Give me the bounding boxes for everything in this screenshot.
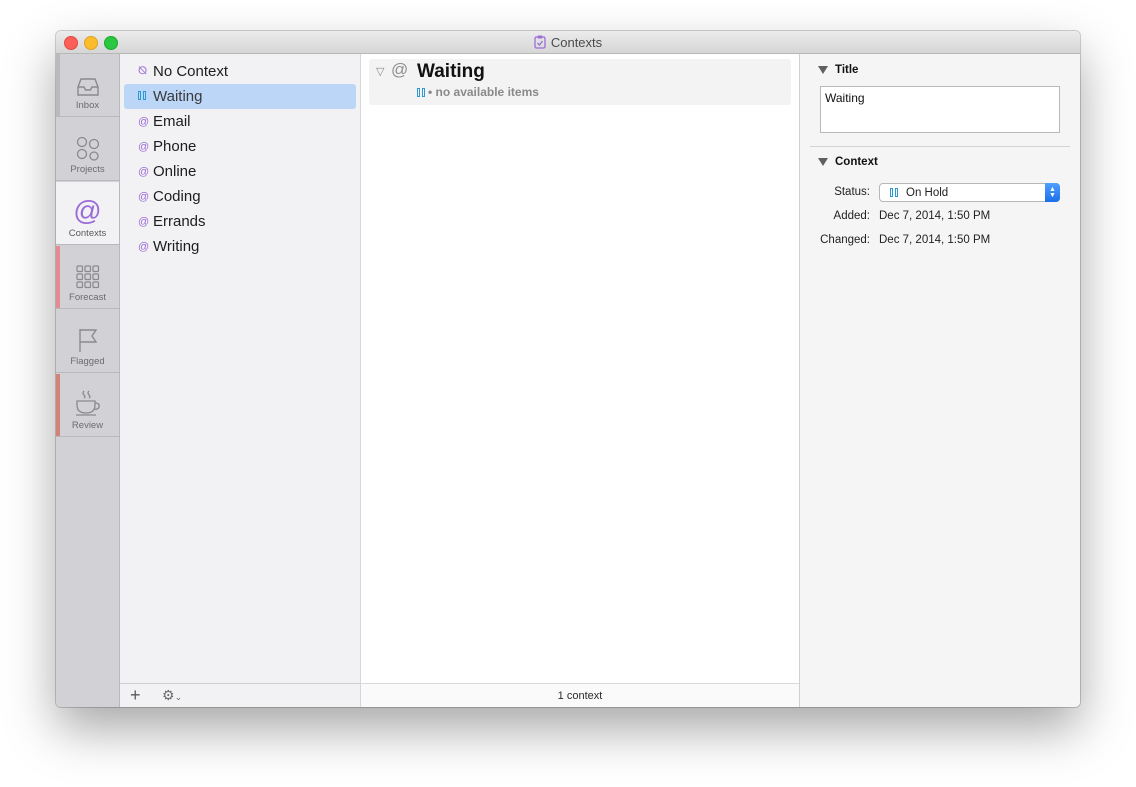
changed-label: Changed: xyxy=(820,234,870,246)
perspective-label: Contexts xyxy=(68,228,107,239)
disclosure-triangle-icon[interactable]: ▽ xyxy=(376,65,384,78)
context-label: Waiting xyxy=(153,88,203,105)
context-item-email[interactable]: @ Email xyxy=(124,109,356,134)
context-row[interactable]: ▽ @ Waiting • no available items xyxy=(369,59,791,105)
inspector-pane: Title Waiting Context Status: On Hold ▲ ▼… xyxy=(800,54,1080,707)
add-context-button[interactable]: + xyxy=(130,685,141,706)
chevron-down-icon: ⌄ xyxy=(174,692,183,702)
context-item-coding[interactable]: @ Coding xyxy=(124,184,356,209)
perspective-contexts[interactable]: @ Contexts xyxy=(56,182,119,245)
at-icon: @ xyxy=(138,240,150,253)
context-label: Errands xyxy=(153,213,206,230)
on-hold-icon xyxy=(417,87,425,97)
context-label: Coding xyxy=(153,188,201,205)
added-value: Dec 7, 2014, 1:50 PM xyxy=(879,210,991,222)
contexts-sidebar: ⦰ No Context Waiting @ Email @ Phone @ O… xyxy=(120,54,361,707)
perspective-label: Projects xyxy=(70,164,105,175)
at-icon: @ xyxy=(138,115,150,128)
contexts-icon: @ xyxy=(73,195,102,226)
section-divider xyxy=(810,146,1070,147)
status-select[interactable]: On Hold ▲ ▼ xyxy=(879,183,1060,202)
sidebar-footer: + ⚙⌄ xyxy=(120,683,360,707)
perspective-label: Inbox xyxy=(75,100,100,111)
context-label: Email xyxy=(153,113,191,130)
perspective-label: Forecast xyxy=(69,292,106,303)
inbox-icon xyxy=(76,78,99,96)
added-label: Added: xyxy=(833,210,870,222)
row-status-text: • no available items xyxy=(428,85,539,99)
perspective-projects[interactable]: Projects xyxy=(56,118,119,181)
document-icon xyxy=(534,35,546,49)
context-label: Online xyxy=(153,163,197,180)
perspective-label: Review xyxy=(71,420,104,431)
select-stepper-icon: ▲ ▼ xyxy=(1045,183,1060,202)
status-label: Status: xyxy=(834,186,870,198)
context-item-errands[interactable]: @ Errands xyxy=(124,209,356,234)
at-icon: @ xyxy=(138,215,150,228)
perspective-flagged[interactable]: Flagged xyxy=(56,310,119,373)
outline-footer: 1 context xyxy=(361,683,799,707)
context-label: Writing xyxy=(153,238,200,255)
at-icon: @ xyxy=(138,140,150,153)
title-section-header[interactable]: Title xyxy=(818,64,858,76)
row-title[interactable]: Waiting xyxy=(417,61,485,83)
perspective-forecast[interactable]: Forecast xyxy=(56,246,119,309)
no-context-icon: ⦰ xyxy=(138,65,147,77)
disclosure-triangle-icon xyxy=(818,158,828,166)
context-section-header[interactable]: Context xyxy=(818,156,878,168)
context-label: Phone xyxy=(153,138,197,155)
status-value: On Hold xyxy=(906,186,949,199)
context-item-phone[interactable]: @ Phone xyxy=(124,134,356,159)
on-hold-icon xyxy=(138,90,153,103)
context-item-no-context[interactable]: ⦰ No Context xyxy=(124,59,356,84)
review-icon xyxy=(75,390,100,416)
title-bar: Contexts xyxy=(56,31,1080,54)
item-count: 1 context xyxy=(557,689,603,702)
at-icon: @ xyxy=(138,190,150,203)
context-label: No Context xyxy=(153,63,229,80)
changed-value: Dec 7, 2014, 1:50 PM xyxy=(879,234,991,246)
gear-icon: ⚙ xyxy=(162,687,175,703)
flag-icon xyxy=(78,329,97,352)
perspective-review[interactable]: Review xyxy=(56,374,119,437)
perspectives-bar: Inbox Projects @ Contexts Forecast Flagg… xyxy=(56,54,120,707)
perspective-label: Flagged xyxy=(70,356,105,367)
context-item-writing[interactable]: @ Writing xyxy=(124,234,356,259)
outline-pane: ▽ @ Waiting • no available items 1 conte… xyxy=(361,54,800,707)
at-icon: @ xyxy=(138,165,150,178)
row-subtitle: • no available items xyxy=(417,85,539,99)
disclosure-triangle-icon xyxy=(818,66,828,74)
at-icon: @ xyxy=(391,60,409,79)
context-item-waiting[interactable]: Waiting xyxy=(124,84,356,109)
projects-icon xyxy=(76,136,99,161)
forecast-icon xyxy=(75,265,99,289)
gear-menu-button[interactable]: ⚙⌄ xyxy=(162,687,182,704)
app-window: Contexts Inbox Projects @ Contexts Forec… xyxy=(56,31,1080,707)
context-item-online[interactable]: @ Online xyxy=(124,159,356,184)
on-hold-icon xyxy=(890,188,898,197)
window-title: Contexts xyxy=(550,34,603,50)
perspective-inbox[interactable]: Inbox xyxy=(56,54,119,117)
title-field[interactable]: Waiting xyxy=(820,86,1060,133)
